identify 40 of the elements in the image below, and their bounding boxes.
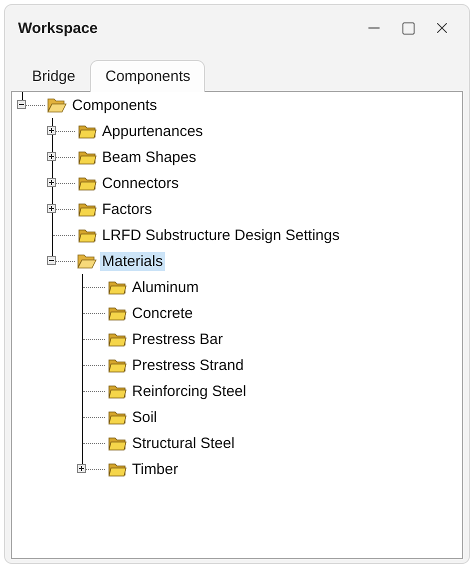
window-title: Workspace bbox=[18, 20, 99, 36]
folder-icon bbox=[77, 123, 97, 139]
tree-item[interactable]: Timber bbox=[130, 460, 180, 478]
tree-item[interactable]: Reinforcing Steel bbox=[130, 382, 248, 400]
tree-item[interactable]: Beam Shapes bbox=[100, 148, 198, 166]
tree-item[interactable]: Materials bbox=[100, 252, 165, 270]
tree-item[interactable]: Soil bbox=[130, 408, 160, 426]
collapse-icon[interactable] bbox=[17, 100, 26, 109]
tree-item[interactable]: Prestress Strand bbox=[130, 356, 246, 374]
tree-item[interactable]: Components bbox=[70, 96, 160, 114]
folder-icon bbox=[77, 175, 97, 191]
tree-item[interactable]: LRFD Substructure Design Settings bbox=[100, 226, 342, 244]
folder-icon bbox=[107, 279, 127, 295]
expand-icon[interactable] bbox=[47, 178, 56, 187]
tree-item[interactable]: Aluminum bbox=[130, 278, 201, 296]
folder-icon bbox=[107, 305, 127, 321]
tree-item[interactable]: Appurtenances bbox=[100, 122, 205, 140]
folder-icon bbox=[77, 227, 97, 243]
open-folder-icon bbox=[77, 253, 97, 269]
tree-item[interactable]: Prestress Bar bbox=[130, 330, 225, 348]
expand-icon[interactable] bbox=[47, 152, 56, 161]
folder-icon bbox=[107, 461, 127, 477]
folder-icon bbox=[107, 409, 127, 425]
expand-icon[interactable] bbox=[47, 126, 56, 135]
tree-item[interactable]: Connectors bbox=[100, 174, 181, 192]
folder-icon bbox=[77, 149, 97, 165]
folder-icon bbox=[107, 435, 127, 451]
tree-item[interactable]: Factors bbox=[100, 200, 154, 218]
tab[interactable]: Bridge bbox=[17, 60, 90, 92]
tab[interactable]: Components bbox=[90, 60, 206, 92]
collapse-icon[interactable] bbox=[47, 256, 56, 265]
folder-icon bbox=[107, 357, 127, 373]
open-folder-icon bbox=[47, 97, 67, 113]
folder-icon bbox=[107, 331, 127, 347]
tree-item[interactable]: Concrete bbox=[130, 304, 195, 322]
expand-icon[interactable] bbox=[47, 204, 56, 213]
folder-icon bbox=[77, 201, 97, 217]
tree-item[interactable]: Structural Steel bbox=[130, 434, 237, 452]
expand-icon[interactable] bbox=[77, 464, 86, 473]
folder-icon bbox=[107, 383, 127, 399]
